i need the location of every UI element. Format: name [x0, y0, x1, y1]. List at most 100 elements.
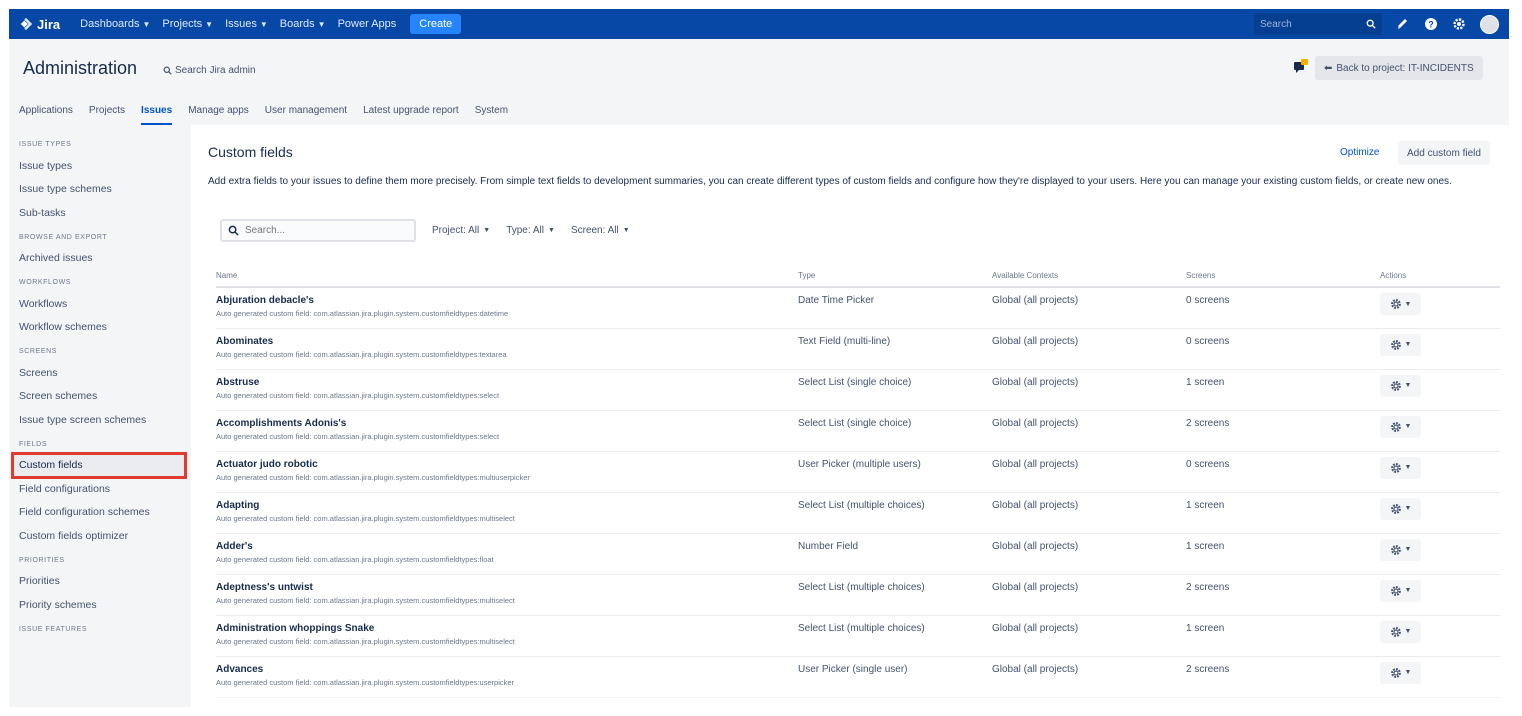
nav-item-label: Projects [162, 18, 203, 30]
field-actions-cell: ▼ [1380, 410, 1500, 452]
search-icon [163, 66, 172, 75]
help-icon[interactable]: ? [1424, 17, 1438, 31]
sidebar-heading: SCREENS [19, 348, 58, 355]
sidebar-heading: ISSUE FEATURES [19, 625, 88, 633]
sidebar-item-screen-schemes[interactable]: Screen schemes [9, 385, 191, 409]
admin-header: Administration Search Jira admin ⬅ Back … [9, 39, 1509, 125]
field-actions-button[interactable]: ▼ [1380, 333, 1421, 356]
field-name-cell: Abominates Auto generated custom field: c… [216, 328, 798, 370]
table-row: Actuator judo robotic Auto generated cust… [216, 451, 1500, 493]
field-actions-cell: ▼ [1380, 369, 1500, 411]
filter-type[interactable]: Type: All ▼ [506, 225, 555, 236]
add-custom-field-button[interactable]: Add custom field [1398, 141, 1490, 165]
tab-applications[interactable]: Applications [19, 95, 81, 125]
chevron-down-icon: ▼ [483, 227, 491, 234]
tab-projects[interactable]: Projects [89, 95, 133, 125]
settings-icon[interactable] [1452, 17, 1466, 31]
filter-project[interactable]: Project: All ▼ [432, 225, 490, 236]
sidebar-item-sub-tasks[interactable]: Sub-tasks [9, 201, 191, 225]
sidebar-item-archived-issues[interactable]: Archived issues [9, 247, 191, 271]
field-search-text[interactable] [245, 225, 395, 236]
field-name[interactable]: Adeptness's untwist [216, 582, 798, 593]
field-actions-button[interactable]: ▼ [1380, 293, 1421, 315]
nav-item-projects[interactable]: Projects ▼ [156, 9, 219, 39]
optimize-link[interactable]: Optimize [1340, 147, 1379, 158]
field-screens[interactable]: 1 screen [1186, 533, 1380, 575]
field-actions-button[interactable]: ▼ [1380, 374, 1421, 397]
tab-latest-upgrade-report[interactable]: Latest upgrade report [363, 95, 467, 125]
gear-icon [1390, 544, 1402, 556]
field-name[interactable]: Abjuration debacle's [216, 295, 798, 306]
admin-search-link[interactable]: Search Jira admin [163, 65, 256, 76]
field-name-cell: Administration whoppings Snake Auto gener… [216, 615, 798, 657]
sidebar-item-workflows[interactable]: Workflows [9, 292, 191, 316]
field-name-cell: Actuator judo robotic Auto generated cust… [216, 451, 798, 493]
field-context: Global (all projects) [992, 656, 1186, 698]
chevron-down-icon: ▼ [259, 19, 268, 29]
sidebar-heading: ISSUE TYPES [19, 141, 72, 148]
field-search-input[interactable] [220, 219, 416, 242]
sidebar-item-custom-fields-optimizer[interactable]: Custom fields optimizer [9, 524, 191, 548]
field-screens[interactable]: 2 screens [1186, 410, 1380, 452]
notifications-icon[interactable] [1396, 17, 1410, 31]
back-to-project-button[interactable]: ⬅ Back to project: IT-INCIDENTS [1315, 56, 1483, 80]
gear-icon [1390, 585, 1402, 597]
sidebar-item-priorities[interactable]: Priorities [9, 570, 191, 594]
sidebar-item-workflow-schemes[interactable]: Workflow schemes [9, 316, 191, 340]
field-name[interactable]: Abominates [216, 336, 798, 347]
field-screens[interactable]: 1 screen [1186, 615, 1380, 657]
filter-bar: Project: All▼ Type: All▼ Screen: All▼ [220, 219, 630, 242]
sidebar-item-issue-type-screen-schemes[interactable]: Issue type screen schemes [9, 408, 191, 432]
sidebar-heading: FIELDS [19, 440, 48, 448]
tab-manage-apps[interactable]: Manage apps [188, 95, 257, 125]
field-description: Auto generated custom field: com.atlassi… [216, 636, 515, 646]
chevron-down-icon: ▼ [1404, 464, 1412, 471]
tab-issues[interactable]: Issues [141, 95, 180, 125]
field-name[interactable]: Adapting [216, 500, 798, 511]
sidebar-item-issue-type-schemes[interactable]: Issue type schemes [9, 178, 191, 202]
chevron-down-icon: ▼ [205, 19, 214, 29]
field-screens[interactable]: 1 screen [1186, 369, 1380, 411]
sidebar-item-issue-types[interactable]: Issue types [9, 154, 191, 178]
sidebar-item-screens[interactable]: Screens [9, 361, 191, 385]
field-name[interactable]: Accomplishments Adonis's [216, 418, 798, 429]
field-description: Auto generated custom field: com.atlassi… [216, 349, 507, 359]
field-actions-button[interactable]: ▼ [1380, 415, 1421, 438]
sidebar-item-custom-fields[interactable]: Custom fields [11, 451, 187, 479]
field-actions-button[interactable]: ▼ [1380, 538, 1421, 561]
field-screens[interactable]: 2 screens [1186, 574, 1380, 616]
field-actions-button[interactable]: ▼ [1380, 661, 1421, 684]
jira-logo[interactable]: Jira [19, 17, 60, 32]
sidebar-item-field-configurations[interactable]: Field configurations [9, 477, 191, 501]
nav-item-dashboards[interactable]: Dashboards ▼ [74, 9, 156, 39]
nav-item-boards[interactable]: Boards ▼ [274, 9, 332, 39]
field-actions-button[interactable]: ▼ [1380, 497, 1421, 520]
filter-screen[interactable]: Screen: All ▼ [571, 225, 630, 236]
table-row: Accomplishments Adonis's Auto generated c… [216, 410, 1500, 452]
field-name[interactable]: Advances [216, 664, 798, 675]
nav-item-power-apps[interactable]: Power Apps [332, 9, 403, 39]
field-name[interactable]: Actuator judo robotic [216, 459, 798, 470]
tab-system[interactable]: System [475, 95, 516, 125]
field-actions-button[interactable]: ▼ [1380, 620, 1421, 643]
column-header-actions: Actions [1380, 265, 1500, 288]
field-name[interactable]: Administration whoppings Snake [216, 623, 798, 634]
field-screens[interactable]: 2 screens [1186, 656, 1380, 698]
field-actions-button[interactable]: ▼ [1380, 456, 1421, 479]
sidebar-group-workflows: WORKFLOWS Workflows Workflow schemes [9, 279, 191, 339]
field-actions-button[interactable]: ▼ [1380, 579, 1421, 602]
logo-text: Jira [37, 16, 61, 32]
sidebar-item-field-configuration-schemes[interactable]: Field configuration schemes [9, 501, 191, 525]
field-name[interactable]: Abstruse [216, 377, 798, 388]
feedback-icon[interactable] [1293, 58, 1309, 74]
field-name-cell: Advances Auto generated custom field: com… [216, 656, 798, 698]
sidebar-item-priority-schemes[interactable]: Priority schemes [9, 593, 191, 617]
nav-item-issues[interactable]: Issues ▼ [219, 9, 274, 39]
gear-icon [1390, 298, 1402, 310]
tab-user-management[interactable]: User management [265, 95, 355, 125]
field-screens[interactable]: 1 screen [1186, 492, 1380, 534]
avatar[interactable] [1480, 14, 1499, 34]
global-search-input[interactable]: Search [1254, 13, 1382, 35]
create-button[interactable]: Create [410, 14, 462, 34]
field-name[interactable]: Adder's [216, 541, 798, 552]
